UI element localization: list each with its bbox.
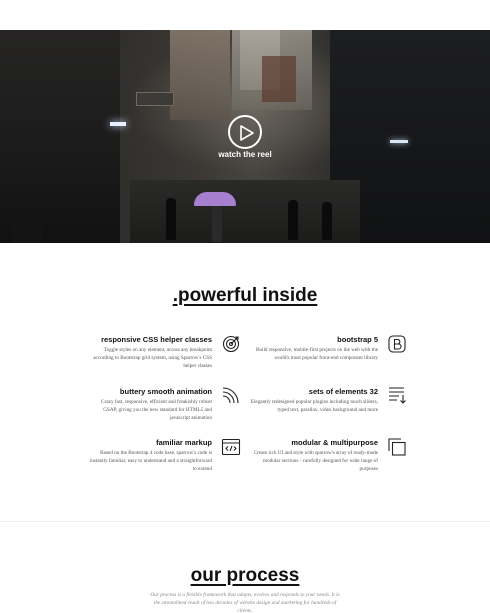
play-icon [240,125,254,141]
section-divider [0,521,490,522]
hero-lamp [390,140,408,143]
feature-title: sets of elements 32 [308,387,378,396]
feature-title: responsive CSS helper classes [101,335,212,344]
hero-lamp [110,122,126,126]
list-arrow-icon [387,385,407,405]
code-icon [221,437,241,457]
feature-title: bootstrap 5 [337,335,378,344]
copy-icon [387,437,407,457]
feature-modular-multipurpose: modular & multipurpose Create rich UI an… [250,438,378,473]
feature-description: Create rich UI and style with sparrow's … [253,450,378,472]
feature-description: Toggle styles on any element, across any… [93,347,212,369]
feature-description: Based on the Bootstrap 4 code base, spar… [89,450,212,472]
hero-umbrella [194,192,236,206]
process-section-title: our process [190,565,300,586]
waves-icon [221,385,241,405]
hero-person [212,206,222,242]
feature-description: Crazy fast, responsive, efficient and fr… [101,399,212,421]
watch-reel-label[interactable]: watch the reel [195,150,295,159]
feature-smooth-animation: buttery smooth animation Crazy fast, res… [88,387,212,422]
feature-title: familiar markup [156,438,212,447]
hero-person [12,210,42,243]
feature-elements-sets: sets of elements 32 Elegantly redesigned… [250,387,378,415]
hero-shop-sign [262,56,296,102]
feature-familiar-markup: familiar markup Based on the Bootstrap 4… [88,438,212,473]
process-description: Our process is a flexible framework that… [150,592,340,613]
hero-building-center [170,30,230,120]
feature-title: modular & multipurpose [291,438,378,447]
hero-person [166,198,176,240]
hero-person [288,200,298,240]
hero-person [322,202,332,240]
feature-title: buttery smooth animation [119,387,212,396]
target-icon [221,334,241,354]
feature-bootstrap: bootstrap 5 Build responsive, mobile-fir… [250,335,378,363]
powerful-section-title: .powerful inside [172,285,318,306]
feature-description: Elegantly redesigned popular plugins inc… [250,399,378,413]
play-reel-button[interactable] [228,115,262,149]
feature-responsive-css: responsive CSS helper classes Toggle sty… [88,335,212,370]
hero-shop-sign [136,92,174,106]
feature-description: Build responsive, mobile-first projects … [255,347,378,361]
bootstrap-icon [387,334,407,354]
